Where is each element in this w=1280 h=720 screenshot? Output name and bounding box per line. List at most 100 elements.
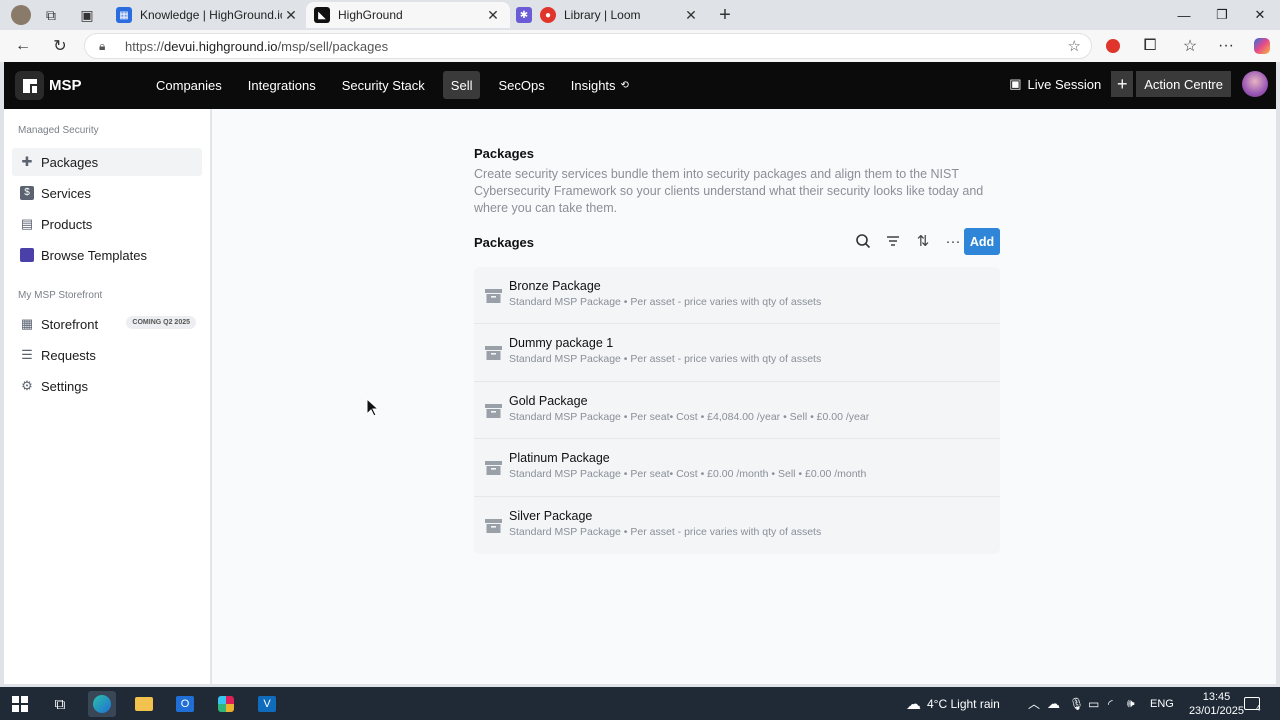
package-name: Dummy package 1	[509, 336, 614, 351]
list-item[interactable]: Dummy package 1 Standard MSP Package • P…	[474, 324, 1000, 382]
battery-icon[interactable]: ▭	[1088, 687, 1099, 720]
profile-avatar-icon[interactable]	[4, 0, 38, 30]
onedrive-icon[interactable]: ☁	[1047, 687, 1060, 720]
list-item[interactable]: Platinum Package Standard MSP Package • …	[474, 439, 1000, 497]
sidebar: Managed Security ✚ Packages $ Services ▤…	[4, 109, 211, 684]
task-view-icon[interactable]: ⧉	[46, 691, 74, 717]
sidebar-item-storefront[interactable]: ▦ Storefront COMING Q2 2025	[12, 310, 202, 338]
sidebar-item-services[interactable]: $ Services	[12, 179, 202, 207]
back-icon[interactable]: ←	[10, 34, 36, 58]
close-tab-icon[interactable]: ✕	[282, 7, 300, 24]
sort-icon[interactable]: ⇅	[908, 230, 938, 252]
live-session-button[interactable]: ▣ Live Session	[1009, 76, 1101, 92]
minimize-icon[interactable]: —	[1165, 0, 1203, 30]
outlook-icon[interactable]: O	[171, 691, 199, 717]
package-box-icon	[485, 289, 502, 303]
tab-title: Library | Loom	[564, 8, 641, 22]
edge-browser-icon[interactable]	[88, 691, 116, 717]
page-description: Create security services bundle them int…	[474, 167, 984, 215]
list-title: Packages	[474, 235, 534, 250]
workspaces-icon[interactable]: ⧉	[34, 0, 68, 30]
new-tab-icon[interactable]: +	[708, 0, 742, 30]
nav-sell[interactable]: Sell	[442, 71, 481, 99]
nav-companies[interactable]: Companies	[148, 71, 230, 99]
add-icon[interactable]: +	[1111, 71, 1134, 97]
show-hidden-icons-icon[interactable]: ︿	[1028, 687, 1040, 720]
package-meta: Standard MSP Package • Per seat• Cost • …	[509, 468, 867, 481]
sidebar-item-label: Products	[41, 216, 93, 232]
nav-secops[interactable]: SecOps	[490, 71, 552, 99]
live-session-label: Live Session	[1027, 76, 1102, 92]
list-toolbar: ⇅ ···	[848, 230, 968, 252]
sidebar-item-products[interactable]: ▤ Products	[12, 210, 202, 238]
browser-tab-knowledge[interactable]: ▦ Knowledge | HighGround.io | Inte ✕	[108, 2, 308, 28]
sidebar-item-browse-templates[interactable]: Browse Templates	[12, 241, 202, 269]
list-item[interactable]: Bronze Package Standard MSP Package • Pe…	[474, 267, 1000, 325]
extension-red-icon[interactable]	[1100, 34, 1126, 58]
grid-icon: ▦	[20, 316, 34, 331]
filter-icon[interactable]	[878, 230, 908, 252]
close-window-icon[interactable]: ✕	[1241, 0, 1279, 30]
favorites-icon[interactable]: ☆	[1177, 34, 1203, 58]
browser-tab-loom[interactable]: ✱ ● Library | Loom ✕	[508, 2, 708, 28]
package-box-icon	[485, 461, 502, 476]
favorite-star-icon[interactable]: ☆	[1068, 37, 1081, 55]
page-title: Packages	[474, 146, 534, 161]
nav-integrations[interactable]: Integrations	[240, 71, 324, 99]
tab-actions-icon[interactable]: ▣	[70, 0, 104, 30]
copilot-icon[interactable]	[1249, 34, 1275, 58]
file-explorer-icon[interactable]	[130, 691, 158, 717]
slack-icon[interactable]	[212, 691, 240, 717]
sidebar-item-label: Browse Templates	[41, 247, 147, 263]
package-name: Silver Package	[509, 508, 593, 523]
package-box-icon	[485, 518, 502, 533]
recording-icon: ●	[540, 7, 556, 23]
address-toolbar: ← ↻ 🔒︎ https://devui.highground.io/msp/s…	[0, 30, 1280, 62]
sidebar-item-settings[interactable]: ⚙ Settings	[12, 372, 202, 400]
sidebar-item-label: Requests	[41, 347, 96, 363]
search-icon[interactable]	[848, 230, 878, 252]
highground-logo-icon[interactable]	[15, 71, 44, 100]
more-menu-icon[interactable]: ···	[1213, 34, 1239, 58]
browser-tab-highground[interactable]: ◣ HighGround ✕	[306, 2, 510, 28]
windows-start-icon[interactable]	[6, 691, 34, 717]
puzzle-icon: ✚	[21, 154, 33, 169]
notification-count: 4	[1256, 704, 1261, 713]
nav-insights[interactable]: Insights ⟲	[563, 71, 637, 99]
url-bar[interactable]: 🔒︎ https://devui.highground.io/msp/sell/…	[84, 33, 1092, 59]
rain-cloud-icon: ☁	[906, 695, 921, 713]
package-meta: Standard MSP Package • Per asset - price…	[509, 353, 822, 366]
coming-soon-badge: COMING Q2 2025	[126, 316, 196, 329]
package-name: Bronze Package	[509, 279, 601, 293]
weather-widget[interactable]: ☁ 4°C Light rain	[906, 687, 1000, 720]
clock[interactable]: 13:45 23/01/2025	[1189, 690, 1244, 718]
notifications-icon[interactable]: 4	[1244, 687, 1260, 720]
weather-label: 4°C Light rain	[927, 696, 1000, 711]
knowledge-favicon-icon: ▦	[116, 7, 132, 23]
wifi-icon[interactable]: ◜	[1108, 687, 1113, 720]
list-item[interactable]: Silver Package Standard MSP Package • Pe…	[474, 497, 1000, 554]
volume-icon[interactable]: 🕪︎	[1127, 687, 1135, 720]
add-package-button[interactable]: Add	[964, 228, 1000, 255]
url-host: devui.highground.io	[164, 38, 278, 54]
language-indicator[interactable]: ENG	[1150, 687, 1174, 720]
refresh-icon[interactable]: ↻	[47, 34, 73, 58]
sidebar-item-packages[interactable]: ✚ Packages	[12, 148, 202, 176]
maximize-icon[interactable]: ❐	[1203, 0, 1241, 30]
tab-title: HighGround	[338, 8, 403, 22]
close-tab-icon[interactable]: ✕	[484, 7, 502, 24]
list-item[interactable]: Gold Package Standard MSP Package • Per …	[474, 382, 1000, 440]
dollar-icon: $	[19, 185, 35, 201]
action-centre-button[interactable]: Action Centre	[1136, 71, 1231, 97]
extensions-icon[interactable]: ⧠	[1137, 34, 1163, 58]
sidebar-item-requests[interactable]: ☰ Requests	[12, 341, 202, 369]
nav-security-stack[interactable]: Security Stack	[334, 71, 433, 99]
microphone-icon[interactable]: 🎙︎	[1069, 687, 1084, 720]
user-avatar[interactable]	[1242, 71, 1268, 97]
packages-list: Bronze Package Standard MSP Package • Pe…	[474, 267, 1000, 554]
clock-time: 13:45	[1202, 691, 1231, 703]
sidebar-item-label: Services	[41, 185, 91, 201]
list-icon: ☰	[21, 347, 33, 362]
vscode-icon[interactable]: V	[253, 691, 281, 717]
close-tab-icon[interactable]: ✕	[682, 7, 700, 24]
